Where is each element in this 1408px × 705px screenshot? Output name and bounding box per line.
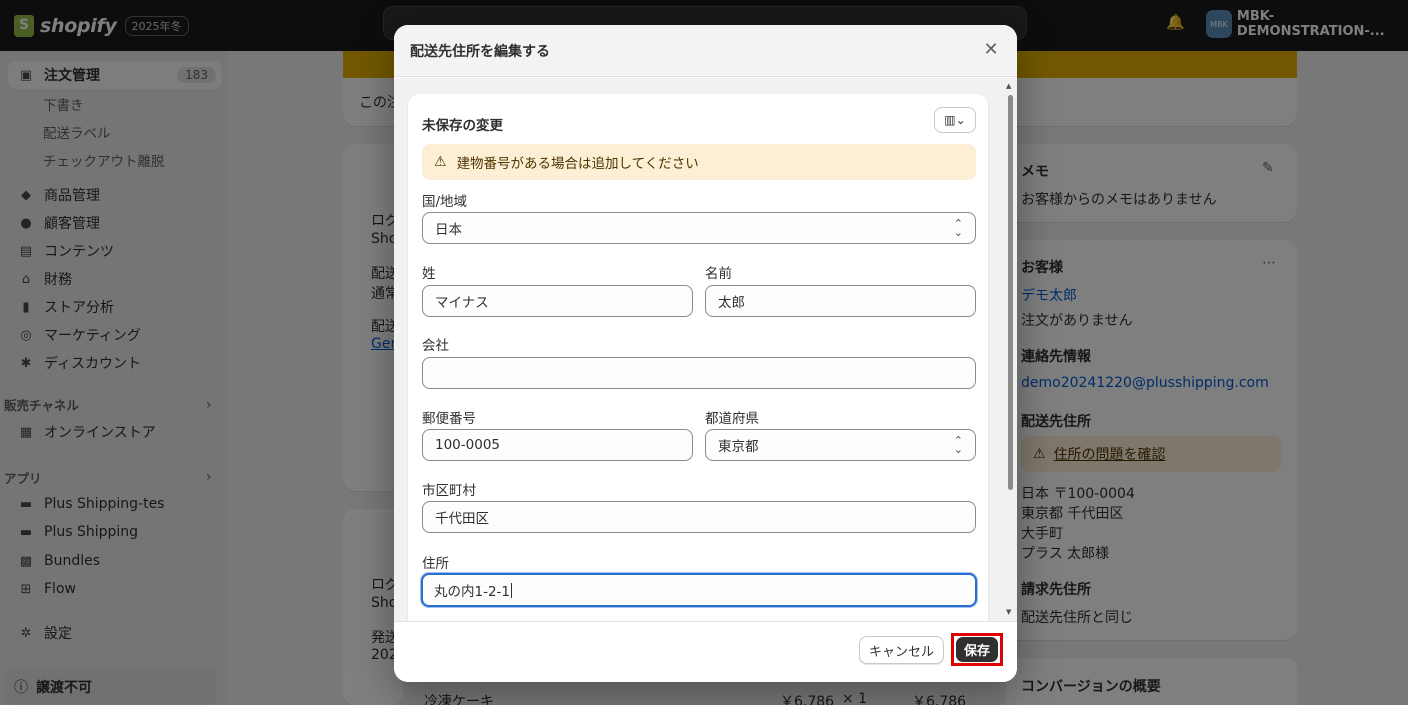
modal-footer: キャンセル 保存 bbox=[394, 621, 1017, 682]
scroll-down-arrow[interactable]: ▼ bbox=[1006, 608, 1011, 616]
postal-code-value: 100-0005 bbox=[435, 437, 500, 453]
prefecture-value: 東京都 bbox=[718, 439, 759, 455]
postal-code-field[interactable]: 100-0005 bbox=[422, 429, 693, 461]
scrollbar-thumb[interactable] bbox=[1008, 95, 1013, 490]
prefecture-label: 都道府県 bbox=[705, 411, 759, 427]
save-button[interactable]: 保存 bbox=[956, 637, 998, 662]
city-value: 千代田区 bbox=[435, 511, 489, 527]
address-value: 丸の内1-2-1 bbox=[434, 584, 511, 600]
city-label: 市区町村 bbox=[422, 483, 476, 499]
address-label: 住所 bbox=[422, 556, 449, 572]
unsaved-changes-label: 未保存の変更 bbox=[422, 118, 503, 134]
cancel-button[interactable]: キャンセル bbox=[859, 636, 944, 664]
building-number-banner: ⚠ 建物番号がある場合は追加してください bbox=[422, 144, 976, 180]
postal-code-label: 郵便番号 bbox=[422, 411, 476, 427]
banner-text: 建物番号がある場合は追加してください bbox=[456, 156, 699, 172]
close-icon[interactable]: ✕ bbox=[980, 39, 1002, 61]
company-field[interactable] bbox=[422, 357, 976, 389]
first-name-value: 太郎 bbox=[718, 295, 745, 311]
edit-shipping-address-modal: 配送先住所を編集する ✕ ▲ ▼ 未保存の変更 ▥ ⌄ ⚠ 建物番号がある場合は追… bbox=[394, 25, 1017, 682]
scroll-up-arrow[interactable]: ▲ bbox=[1006, 82, 1011, 90]
text-cursor bbox=[511, 582, 513, 598]
select-arrows-icon: ⌃ ⌄ bbox=[953, 217, 963, 239]
company-label: 会社 bbox=[422, 338, 449, 354]
layout-toggle-button[interactable]: ▥ ⌄ bbox=[934, 107, 976, 133]
prefecture-select[interactable]: 東京都 ⌃ ⌄ bbox=[705, 429, 976, 461]
layout-icon: ▥ bbox=[944, 113, 956, 127]
last-name-field[interactable]: マイナス bbox=[422, 285, 693, 317]
last-name-value: マイナス bbox=[435, 295, 489, 311]
first-name-label: 名前 bbox=[705, 266, 732, 282]
first-name-field[interactable]: 太郎 bbox=[705, 285, 976, 317]
address-field[interactable]: 丸の内1-2-1 bbox=[421, 573, 977, 607]
warning-icon: ⚠ bbox=[434, 154, 447, 170]
chevron-down-icon: ⌄ bbox=[955, 113, 966, 127]
country-value: 日本 bbox=[435, 222, 462, 238]
city-field[interactable]: 千代田区 bbox=[422, 501, 976, 533]
country-label: 国/地域 bbox=[422, 194, 468, 210]
last-name-label: 姓 bbox=[422, 266, 436, 282]
modal-title: 配送先住所を編集する bbox=[410, 44, 550, 60]
modal-header: 配送先住所を編集する ✕ bbox=[394, 25, 1017, 77]
select-arrows-icon: ⌃ ⌄ bbox=[953, 434, 963, 456]
country-select[interactable]: 日本 ⌃ ⌄ bbox=[422, 212, 976, 244]
